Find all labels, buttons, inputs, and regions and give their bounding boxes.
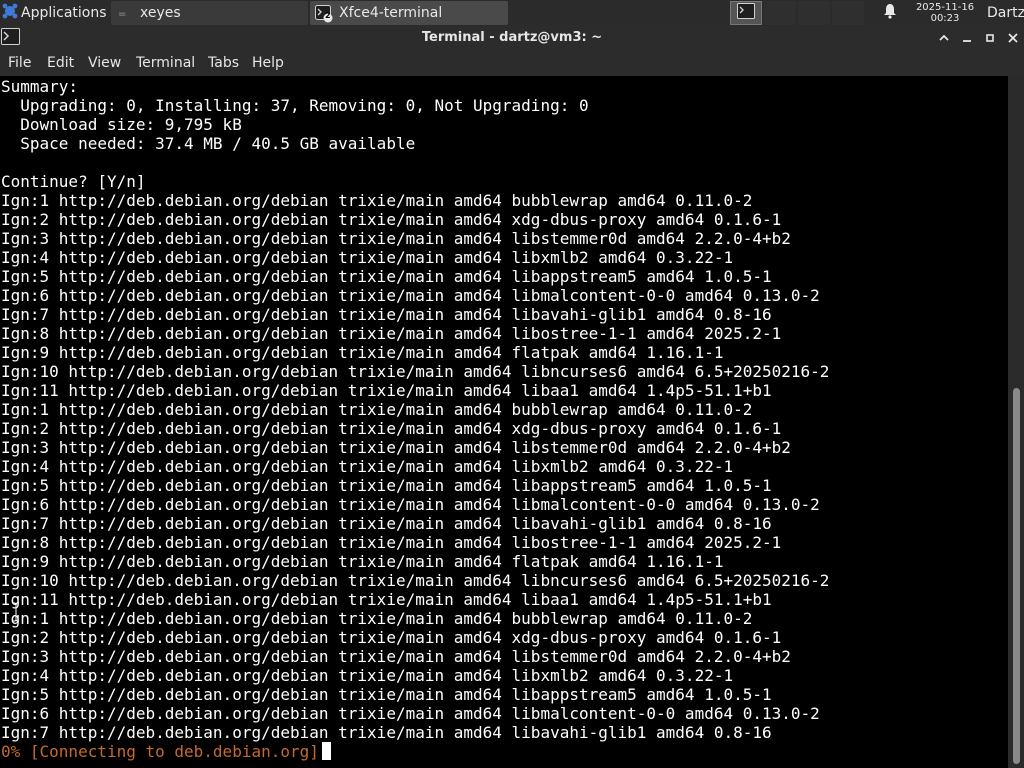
terminal-line: Ign:10 http://deb.debian.org/debian trix… [1, 362, 830, 381]
terminal-line: Space needed: 37.4 MB / 40.5 GB availabl… [1, 134, 416, 153]
terminal-line: Ign:4 http://deb.debian.org/debian trixi… [1, 248, 734, 267]
terminal-line: Ign:7 http://deb.debian.org/debian trixi… [1, 514, 772, 533]
bell-icon [883, 3, 897, 23]
terminal-icon: 2 [315, 5, 333, 23]
terminal-line: Ign:7 http://deb.debian.org/debian trixi… [1, 723, 772, 742]
terminal-line: Ign:9 http://deb.debian.org/debian trixi… [1, 552, 724, 571]
terminal-line: Ign:5 http://deb.debian.org/debian trixi… [1, 267, 772, 286]
terminal-line: Ign:6 http://deb.debian.org/debian trixi… [1, 286, 820, 305]
task-count-badge: 2 [325, 11, 331, 20]
workspace-switcher-active[interactable] [730, 1, 762, 25]
clock-date: 2025-11-16 [915, 2, 975, 13]
workspace-2[interactable] [764, 1, 796, 25]
clock[interactable]: 2025-11-16 00:23 [905, 0, 985, 26]
minimize-button[interactable] [957, 28, 977, 48]
progress-text: 0% [Connecting to deb.debian.org] [1, 742, 319, 761]
terminal-line: Ign:4 http://deb.debian.org/debian trixi… [1, 666, 734, 685]
terminal-scrollbar[interactable] [1008, 76, 1024, 768]
terminal-line: Summary: [1, 77, 79, 96]
terminal-area[interactable]: Summary: Upgrading: 0, Installing: 37, R… [0, 76, 1008, 768]
xfce-mouse-icon [2, 3, 18, 23]
menu-help[interactable]: Help [252, 50, 284, 76]
menu-file[interactable]: File [8, 50, 31, 76]
terminal-line: Ign:11 http://deb.debian.org/debian trix… [1, 590, 772, 609]
taskbar-button-xeyes[interactable]: = xeyes [111, 1, 308, 25]
workspace-3[interactable] [798, 1, 830, 25]
terminal-line: Ign:2 http://deb.debian.org/debian trixi… [1, 210, 782, 229]
workspace-4[interactable] [832, 1, 864, 25]
terminal-line: Ign:9 http://deb.debian.org/debian trixi… [1, 343, 724, 362]
clock-time: 00:23 [930, 13, 960, 24]
user-name: Dartz [987, 5, 1024, 21]
terminal-line: Ign:10 http://deb.debian.org/debian trix… [1, 571, 830, 590]
terminal-line: Continue? [Y/n] [1, 172, 146, 191]
maximize-button[interactable] [980, 28, 1000, 48]
top-panel: Applications ≡ = xeyes 2 Xfce4-terminal [0, 0, 1024, 26]
terminal-line: Ign:1 http://deb.debian.org/debian trixi… [1, 191, 753, 210]
terminal-line: Ign:6 http://deb.debian.org/debian trixi… [1, 704, 820, 723]
chevron-up-icon [938, 29, 950, 48]
maximize-icon [984, 29, 996, 48]
applications-menu[interactable]: Applications ≡ [0, 0, 120, 26]
menu-terminal[interactable]: Terminal [136, 50, 195, 76]
task-label-xeyes: xeyes [140, 5, 181, 21]
close-button[interactable] [1003, 28, 1023, 48]
terminal-line: Ign:2 http://deb.debian.org/debian trixi… [1, 419, 782, 438]
menubar: File Edit View Terminal Tabs Help [0, 50, 1024, 76]
text-cursor-icon [12, 602, 20, 622]
window-titlebar[interactable]: Terminal - dartz@vm3: ~ [0, 26, 1024, 50]
terminal-icon [737, 3, 755, 23]
terminal-line: Upgrading: 0, Installing: 37, Removing: … [1, 96, 589, 115]
terminal-line: Ign:3 http://deb.debian.org/debian trixi… [1, 438, 791, 457]
user-menu[interactable]: Dartz [987, 0, 1024, 26]
window-title: Terminal - dartz@vm3: ~ [421, 30, 603, 45]
terminal-line: Ign:1 http://deb.debian.org/debian trixi… [1, 400, 753, 419]
terminal-line: Ign:3 http://deb.debian.org/debian trixi… [1, 647, 791, 666]
terminal-cursor [321, 742, 331, 760]
terminal-output: Summary: Upgrading: 0, Installing: 37, R… [1, 77, 829, 761]
progress-line: 0% [Connecting to deb.debian.org] [1, 742, 829, 761]
xeyes-icon: = [116, 5, 132, 21]
minimize-icon [961, 29, 973, 48]
terminal-line: Ign:7 http://deb.debian.org/debian trixi… [1, 305, 772, 324]
terminal-line: Ign:1 http://deb.debian.org/debian trixi… [1, 609, 753, 628]
menu-tabs[interactable]: Tabs [208, 50, 239, 76]
terminal-line: Download size: 9,795 kB [1, 115, 242, 134]
terminal-line: Ign:4 http://deb.debian.org/debian trixi… [1, 457, 734, 476]
svg-text:=: = [118, 9, 126, 20]
applications-label: Applications [21, 5, 107, 21]
terminal-line: Ign:6 http://deb.debian.org/debian trixi… [1, 495, 820, 514]
shade-button[interactable] [934, 28, 954, 48]
terminal-line: Ign:5 http://deb.debian.org/debian trixi… [1, 476, 772, 495]
terminal-line: Ign:11 http://deb.debian.org/debian trix… [1, 381, 772, 400]
terminal-line: Ign:2 http://deb.debian.org/debian trixi… [1, 628, 782, 647]
close-icon [1007, 29, 1019, 48]
task-label-terminal: Xfce4-terminal [339, 5, 443, 21]
menu-edit[interactable]: Edit [47, 50, 74, 76]
terminal-line: Ign:5 http://deb.debian.org/debian trixi… [1, 685, 772, 704]
scrollbar-thumb[interactable] [1013, 388, 1020, 764]
notification-button[interactable] [880, 0, 900, 26]
menu-view[interactable]: View [88, 50, 121, 76]
terminal-line: Ign:3 http://deb.debian.org/debian trixi… [1, 229, 791, 248]
terminal-line: Ign:8 http://deb.debian.org/debian trixi… [1, 324, 782, 343]
terminal-line: Ign:8 http://deb.debian.org/debian trixi… [1, 533, 782, 552]
taskbar-button-terminal[interactable]: 2 Xfce4-terminal [310, 1, 508, 25]
